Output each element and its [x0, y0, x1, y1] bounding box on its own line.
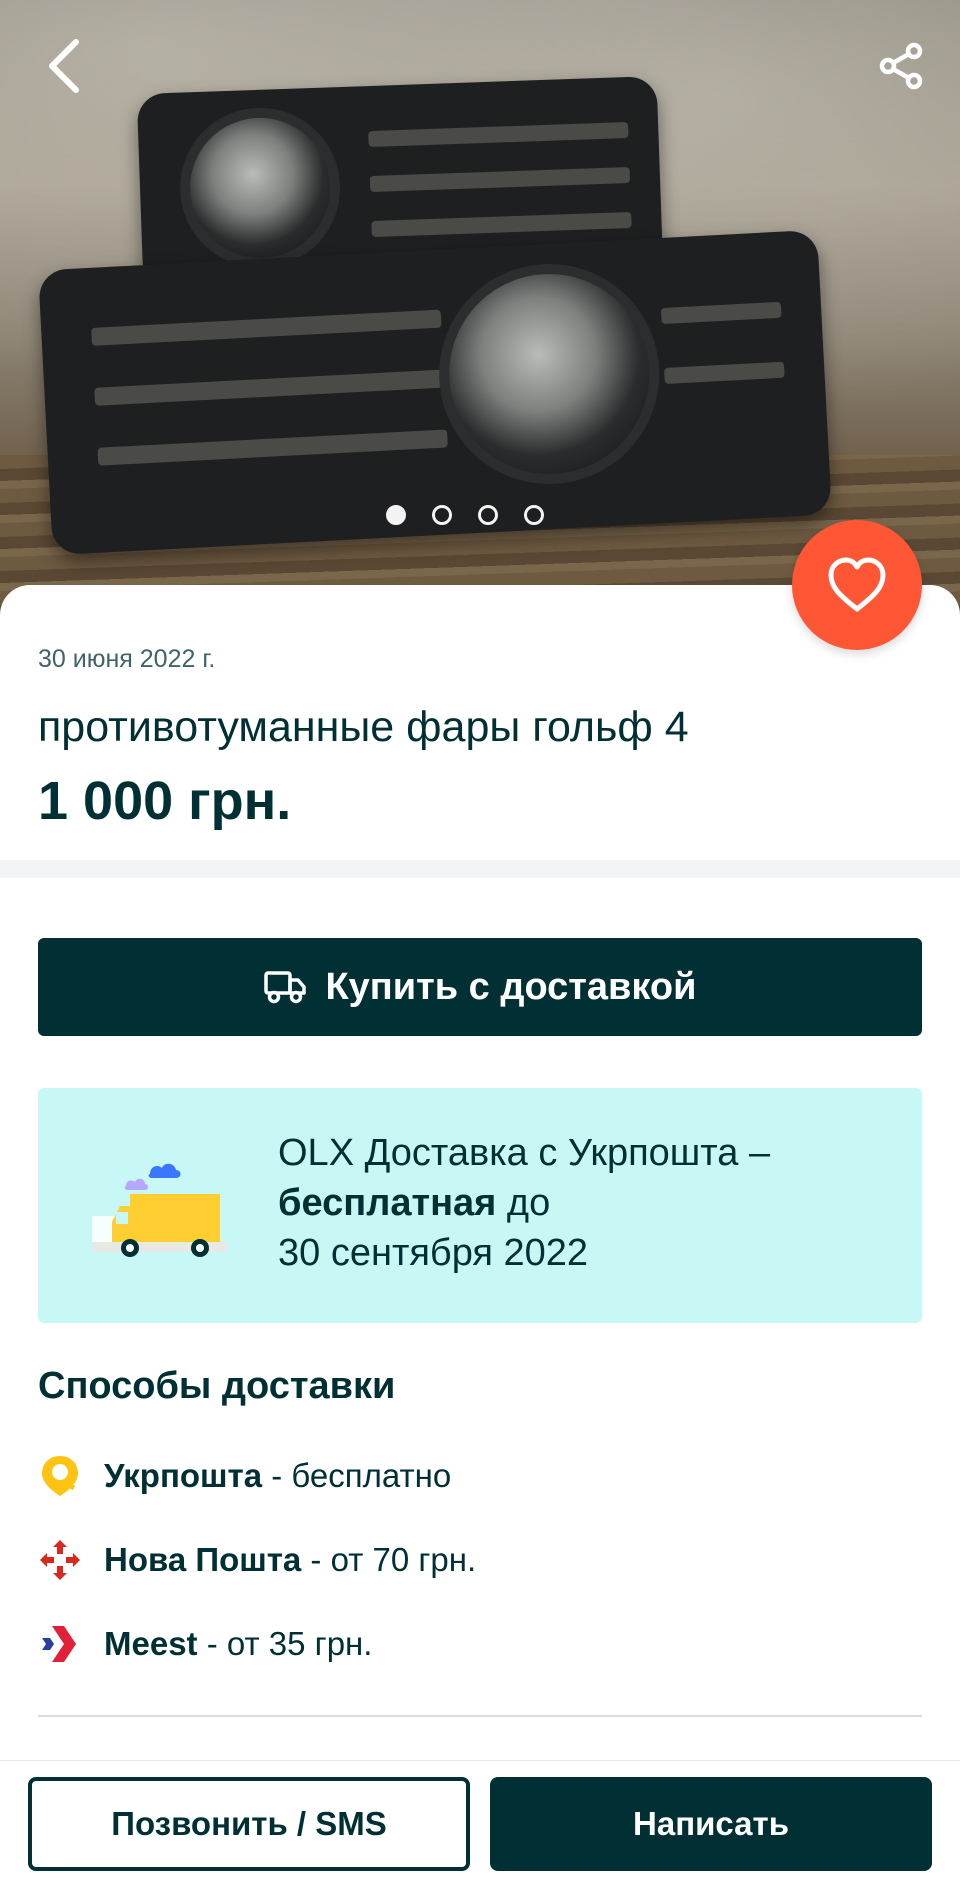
delivery-method-price: - бесплатно	[262, 1457, 452, 1494]
heart-icon	[828, 557, 886, 612]
promo-line-2: бесплатная до	[278, 1178, 878, 1228]
promo-until-label: до	[496, 1182, 551, 1224]
write-message-button[interactable]: Написать	[490, 1777, 932, 1871]
share-button[interactable]	[870, 34, 934, 98]
ad-date: 30 июня 2022 г.	[38, 645, 216, 673]
ad-title: противотуманные фары гольф 4	[38, 703, 689, 751]
bottom-action-bar: Позвонить / SMS Написать	[0, 1760, 960, 1885]
delivery-method-text: Нова Пошта - от 70 грн.	[104, 1541, 476, 1579]
delivery-method-text: Meest - от 35 грн.	[104, 1625, 372, 1663]
meest-icon	[38, 1622, 82, 1666]
back-button[interactable]	[32, 34, 96, 98]
delivery-method-nova-poshta: Нова Пошта - от 70 грн.	[38, 1534, 476, 1586]
nova-poshta-icon	[38, 1538, 82, 1582]
delivery-method-price: - от 35 грн.	[197, 1625, 373, 1662]
chevron-left-icon	[49, 39, 79, 93]
delivery-method-text: Укрпошта - бесплатно	[104, 1457, 451, 1495]
section-divider	[38, 1715, 922, 1717]
favorite-button[interactable]	[792, 520, 922, 650]
delivery-promo-banner: OLX Доставка с Укрпошта – бесплатная до …	[38, 1088, 922, 1323]
delivery-method-price: - от 70 грн.	[301, 1541, 477, 1578]
promo-line-3: 30 сентября 2022	[278, 1232, 589, 1274]
delivery-method-name: Нова Пошта	[104, 1541, 302, 1578]
delivery-method-name: Укрпошта	[104, 1457, 263, 1494]
promo-line-1: OLX Доставка с Укрпошта –	[278, 1132, 771, 1174]
buy-with-delivery-label: Купить с доставкой	[325, 965, 697, 1008]
promo-text: OLX Доставка с Укрпошта – бесплатная до …	[278, 1128, 878, 1278]
delivery-method-name: Meest	[104, 1625, 198, 1662]
delivery-method-meest: Meest - от 35 грн.	[38, 1618, 372, 1670]
gallery-dot-4[interactable]	[524, 505, 544, 525]
promo-free-label: бесплатная	[278, 1182, 497, 1224]
gallery-dot-2[interactable]	[432, 505, 452, 525]
buy-with-delivery-button[interactable]: Купить с доставкой	[38, 938, 922, 1036]
ad-price: 1 000 грн.	[38, 771, 292, 831]
photo-gallery[interactable]	[0, 0, 960, 620]
gallery-pagination	[386, 505, 544, 525]
gallery-dot-1[interactable]	[386, 505, 406, 525]
section-separator	[0, 860, 960, 878]
delivery-method-ukrposhta: Укрпошта - бесплатно	[38, 1450, 451, 1502]
share-icon	[879, 42, 923, 90]
delivery-methods-title: Способы доставки	[38, 1365, 396, 1407]
delivery-truck-icon	[264, 971, 307, 1004]
call-sms-button[interactable]: Позвонить / SMS	[28, 1777, 470, 1871]
gallery-dot-3[interactable]	[478, 505, 498, 525]
delivery-van-illustration	[92, 1163, 227, 1257]
ukrposhta-icon	[38, 1454, 82, 1498]
